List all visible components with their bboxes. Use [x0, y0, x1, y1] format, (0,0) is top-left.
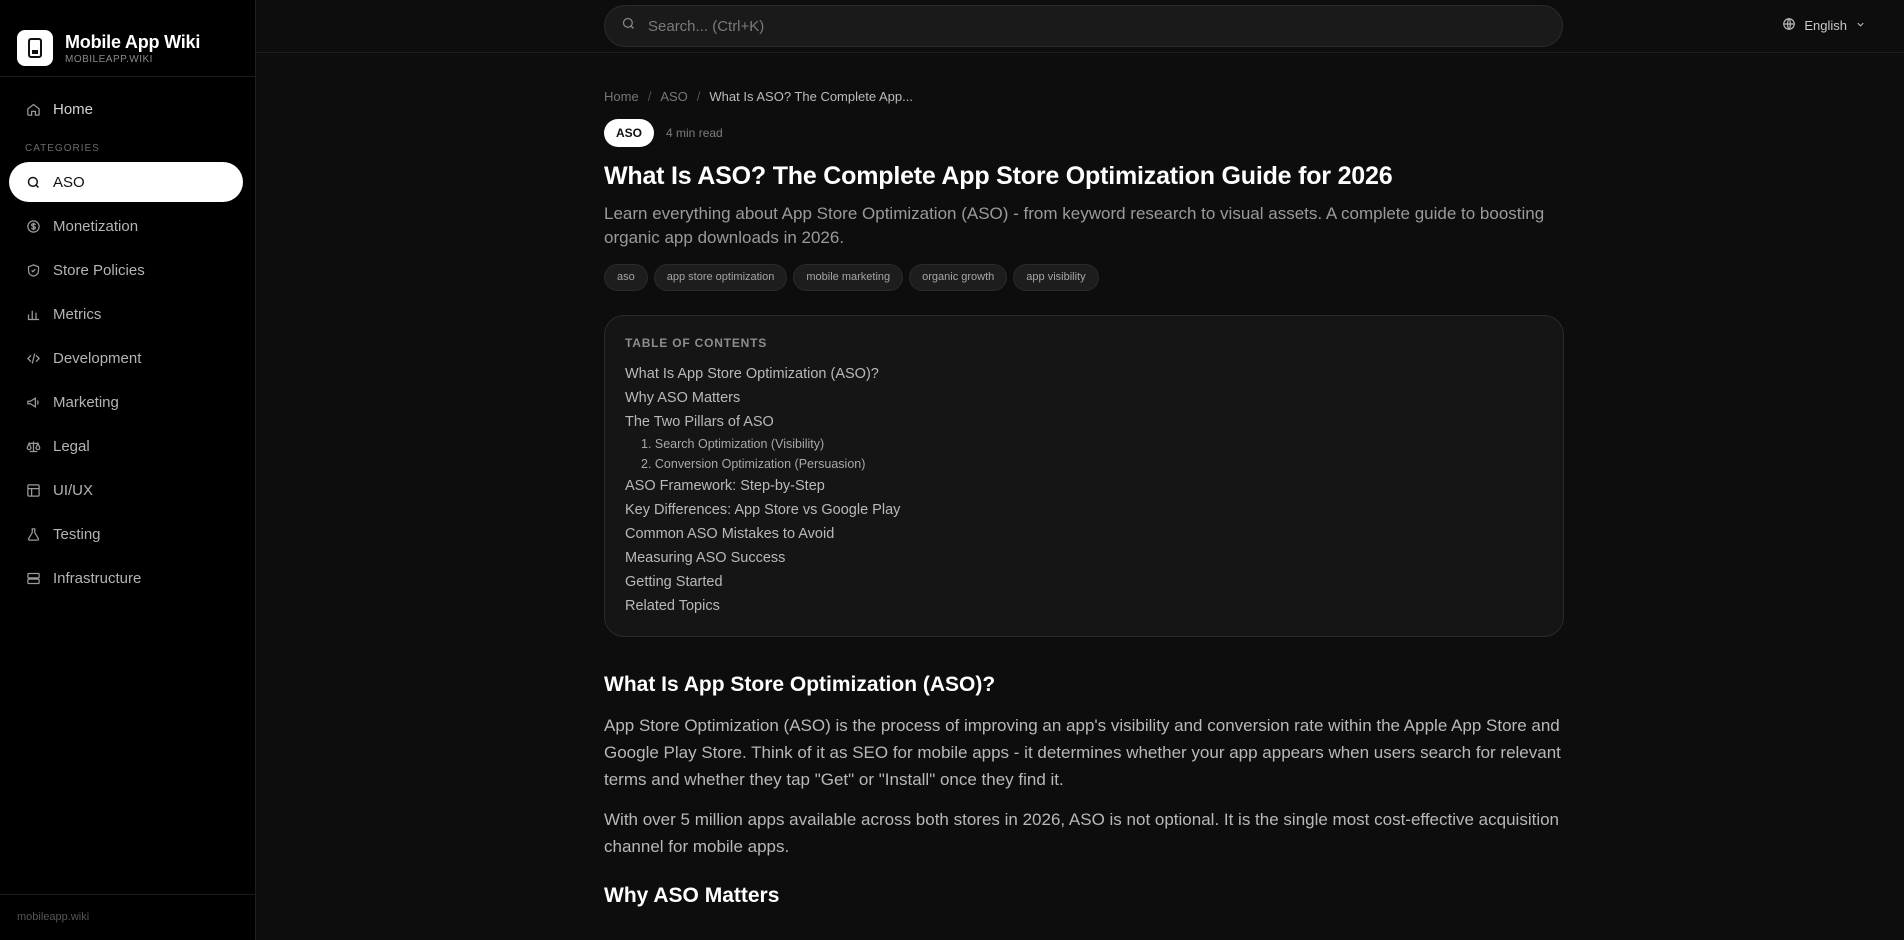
- categories-label: CATEGORIES: [25, 143, 100, 154]
- sidebar-item-label: Development: [53, 349, 142, 367]
- sidebar-item-development[interactable]: Development: [9, 338, 243, 378]
- sidebar-item-monetization[interactable]: Monetization: [9, 206, 243, 246]
- sidebar: Mobile App Wiki MOBILEAPP.WIKI Home CATE…: [0, 0, 256, 940]
- breadcrumb: Home / ASO / What Is ASO? The Complete A…: [604, 89, 1564, 104]
- toc-link[interactable]: What Is App Store Optimization (ASO)?: [625, 362, 1543, 386]
- language-selector[interactable]: English: [1782, 17, 1866, 34]
- logo-icon: [17, 30, 53, 66]
- sidebar-item-label: Store Policies: [53, 261, 145, 279]
- sidebar-item-marketing[interactable]: Marketing: [9, 382, 243, 422]
- sidebar-item-label: Testing: [53, 525, 101, 543]
- search-icon: [25, 174, 41, 190]
- megaphone-icon: [25, 394, 41, 410]
- read-time: 4 min read: [666, 126, 723, 140]
- category-badge[interactable]: ASO: [604, 119, 655, 147]
- toc-link[interactable]: The Two Pillars of ASO: [625, 410, 1543, 434]
- toc-link[interactable]: Why ASO Matters: [625, 386, 1543, 410]
- sidebar-item-ui-ux[interactable]: UI/UX: [9, 470, 243, 510]
- table-of-contents: TABLE OF CONTENTS What Is App Store Opti…: [604, 315, 1564, 637]
- topbar: English: [256, 0, 1904, 53]
- breadcrumb-current: What Is ASO? The Complete App...: [709, 89, 913, 104]
- page-title: What Is ASO? The Complete App Store Opti…: [604, 162, 1393, 190]
- brand-domain: MOBILEAPP.WIKI: [65, 53, 153, 65]
- code-icon: [25, 350, 41, 366]
- toc-link[interactable]: Key Differences: App Store vs Google Pla…: [625, 498, 1543, 522]
- server-icon: [25, 570, 41, 586]
- scale-icon: [25, 438, 41, 454]
- breadcrumb-category[interactable]: ASO: [660, 89, 687, 104]
- paragraph: App Store Optimization (ASO) is the proc…: [604, 716, 1561, 789]
- sidebar-nav: Home CATEGORIES ASO Monetization Store P…: [0, 77, 255, 598]
- globe-icon: [1782, 17, 1796, 34]
- section-heading: Why ASO Matters: [604, 884, 780, 907]
- home-icon: [25, 101, 41, 117]
- chevron-down-icon: [1855, 18, 1866, 33]
- sidebar-item-label: Legal: [53, 437, 90, 455]
- flask-icon: [25, 526, 41, 542]
- toc-title: TABLE OF CONTENTS: [625, 336, 768, 350]
- bar-chart-icon: [25, 306, 41, 322]
- sidebar-item-label: Home: [53, 100, 94, 118]
- sidebar-item-metrics[interactable]: Metrics: [9, 294, 243, 334]
- breadcrumb-home[interactable]: Home: [604, 89, 639, 104]
- sidebar-item-store-policies[interactable]: Store Policies: [9, 250, 243, 290]
- tag-list: aso app store optimization mobile market…: [604, 264, 1564, 291]
- sidebar-item-legal[interactable]: Legal: [9, 426, 243, 466]
- article-meta: ASO 4 min read: [604, 119, 1564, 147]
- search-input[interactable]: [648, 17, 1528, 35]
- sidebar-footer[interactable]: mobileapp.wiki: [0, 894, 255, 940]
- article: Home / ASO / What Is ASO? The Complete A…: [604, 53, 1564, 910]
- sidebar-item-infrastructure[interactable]: Infrastructure: [9, 558, 243, 598]
- sidebar-item-label: Metrics: [53, 305, 102, 323]
- toc-sublink[interactable]: 1. Search Optimization (Visibility): [625, 434, 1543, 454]
- brand[interactable]: Mobile App Wiki MOBILEAPP.WIKI: [0, 0, 255, 77]
- sidebar-item-aso[interactable]: ASO: [9, 162, 243, 202]
- tag[interactable]: app visibility: [1013, 264, 1099, 291]
- search-icon: [621, 16, 636, 36]
- toc-link[interactable]: Getting Started: [625, 570, 1543, 594]
- toc-link[interactable]: Related Topics: [625, 594, 1543, 618]
- sidebar-item-label: Marketing: [53, 393, 119, 411]
- toc-link[interactable]: Common ASO Mistakes to Avoid: [625, 522, 1543, 546]
- breadcrumb-separator: /: [647, 89, 652, 104]
- sidebar-item-testing[interactable]: Testing: [9, 514, 243, 554]
- language-label: English: [1804, 18, 1847, 33]
- toc-sublink[interactable]: 2. Conversion Optimization (Persuasion): [625, 454, 1543, 474]
- tag[interactable]: organic growth: [909, 264, 1008, 291]
- layout-icon: [25, 482, 41, 498]
- brand-name: Mobile App Wiki: [65, 31, 201, 52]
- toc-link[interactable]: Measuring ASO Success: [625, 546, 1543, 570]
- shield-icon: [25, 262, 41, 278]
- dollar-icon: [25, 218, 41, 234]
- sidebar-item-home[interactable]: Home: [9, 89, 243, 129]
- tag[interactable]: app store optimization: [653, 264, 788, 291]
- tag[interactable]: mobile marketing: [793, 264, 904, 291]
- article-subtitle: Learn everything about App Store Optimiz…: [604, 204, 1545, 247]
- toc-link[interactable]: ASO Framework: Step-by-Step: [625, 474, 1543, 498]
- sidebar-item-label: Monetization: [53, 217, 139, 235]
- paragraph: With over 5 million apps available acros…: [604, 810, 1560, 856]
- breadcrumb-separator: /: [696, 89, 701, 104]
- search-box[interactable]: [604, 5, 1563, 47]
- sidebar-item-label: ASO: [53, 173, 85, 191]
- tag[interactable]: aso: [604, 264, 648, 291]
- section-heading: What Is App Store Optimization (ASO)?: [604, 673, 996, 696]
- sidebar-item-label: Infrastructure: [53, 569, 142, 587]
- sidebar-item-label: UI/UX: [53, 481, 94, 499]
